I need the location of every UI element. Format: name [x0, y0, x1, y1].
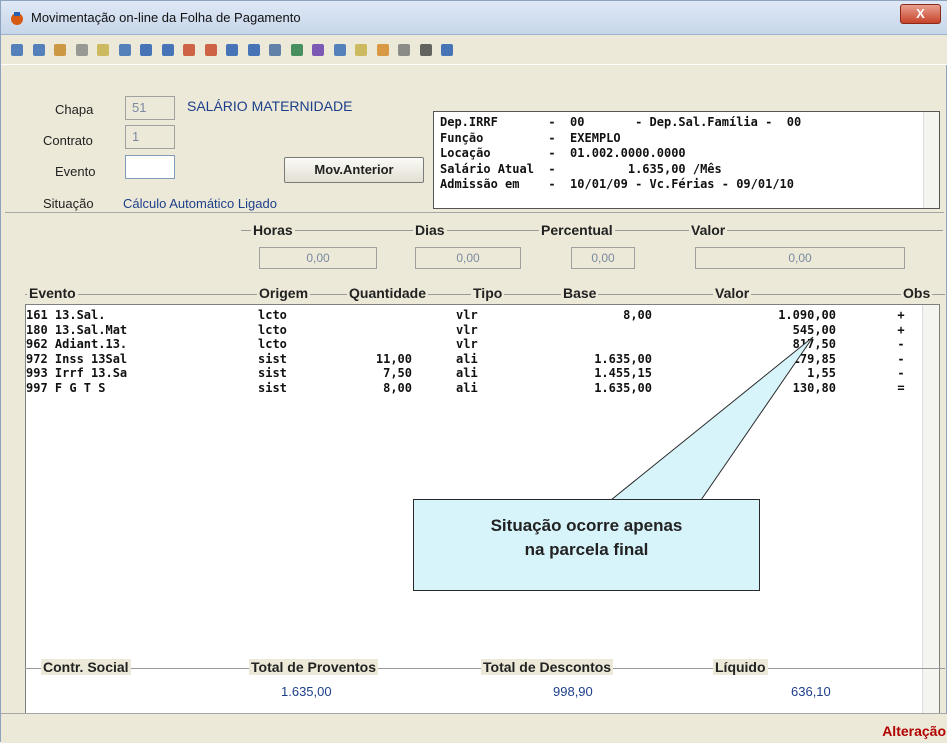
main-window: Movimentação on-line da Folha de Pagamen…: [0, 0, 947, 743]
callout-pointer: [609, 336, 814, 501]
callout-line-1: Situação ocorre apenas: [490, 516, 683, 535]
callout-line-2: na parcela final: [524, 540, 649, 559]
callout-box: Situação ocorre apenas na parcela final: [413, 499, 760, 591]
